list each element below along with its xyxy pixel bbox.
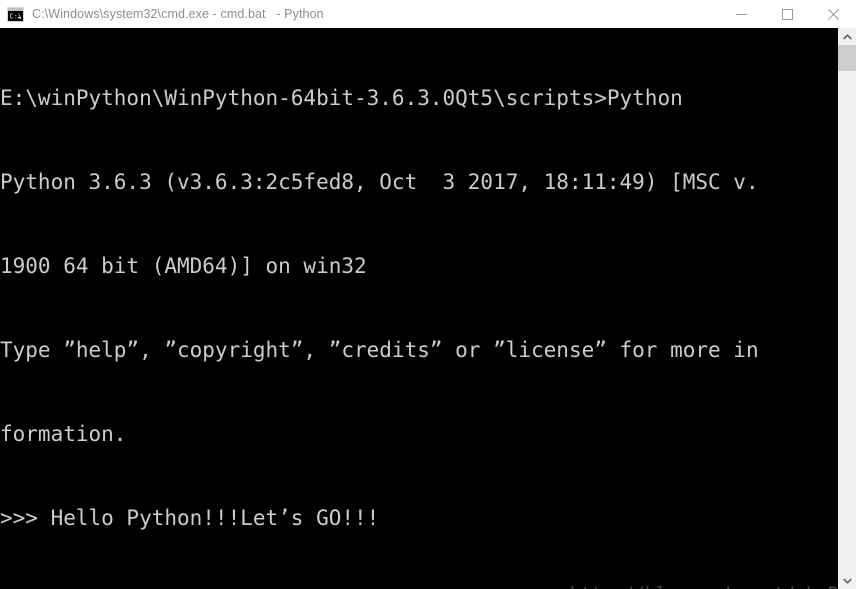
cmd-window: C:\ C:\Windows\system32\cmd.exe - cmd.ba… — [0, 0, 856, 589]
cmd-console-icon: C:\ — [7, 6, 24, 22]
maximize-button[interactable] — [764, 0, 810, 28]
console-line: 1900 64 bit (AMD64)] on win32 — [0, 254, 367, 278]
console-line: formation. — [0, 422, 127, 446]
vertical-scrollbar[interactable] — [838, 28, 856, 589]
console-output-area[interactable]: E:\winPython\WinPython-64bit-3.6.3.0Qt5\… — [0, 28, 838, 589]
chevron-down-icon[interactable] — [838, 572, 856, 589]
chevron-up-icon[interactable] — [838, 28, 856, 45]
console-line-prompt: >>> Hello Python!!!Let’s GO!!! — [0, 506, 380, 530]
scrollbar-thumb[interactable] — [838, 45, 856, 71]
watermark-url: http://blog.csdn.net/xbnPie — [570, 583, 838, 589]
console-text: E:\winPython\WinPython-64bit-3.6.3.0Qt5\… — [0, 28, 759, 588]
scrollbar-track[interactable] — [838, 71, 856, 572]
console-line: Type ”help”, ”copyright”, ”credits” or ”… — [0, 338, 759, 362]
minimize-button[interactable] — [718, 0, 764, 28]
close-button[interactable] — [810, 0, 856, 28]
window-controls — [718, 0, 856, 28]
svg-text:C:\: C:\ — [10, 12, 23, 20]
title-bar[interactable]: C:\ C:\Windows\system32\cmd.exe - cmd.ba… — [0, 0, 856, 28]
console-line: Python 3.6.3 (v3.6.3:2c5fed8, Oct 3 2017… — [0, 170, 759, 194]
console-line: E:\winPython\WinPython-64bit-3.6.3.0Qt5\… — [0, 86, 683, 110]
window-title: C:\Windows\system32\cmd.exe - cmd.bat - … — [32, 7, 324, 21]
